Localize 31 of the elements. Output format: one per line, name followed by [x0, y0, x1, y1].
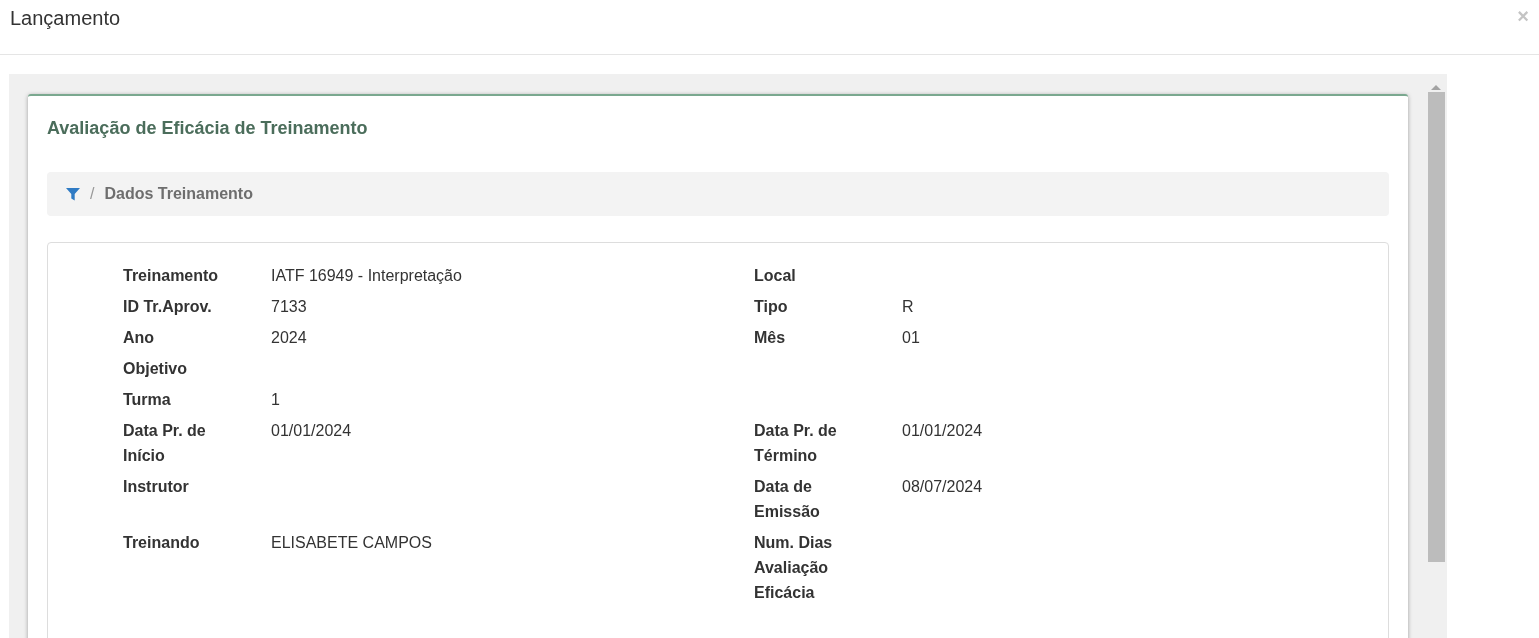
field-label: Mês: [754, 329, 786, 346]
field-value: 2024: [271, 329, 307, 346]
field-value: 01/01/2024: [271, 422, 352, 439]
field-value: 1: [271, 391, 280, 408]
filter-icon[interactable]: [66, 187, 80, 201]
field-label: Data Pr. de Término: [754, 422, 837, 464]
field-label: Data Pr. de Início: [123, 422, 206, 464]
field-label: Ano: [123, 329, 155, 346]
field-value: 01/01/2024: [902, 422, 983, 439]
field-label: Num. Dias Avaliação Eficácia: [754, 534, 833, 601]
scroll-up-icon[interactable]: [1431, 84, 1441, 90]
field-label: Treinando: [123, 534, 200, 551]
field-label: ID Tr.Aprov.: [123, 298, 212, 315]
field-value: 08/07/2024: [902, 478, 983, 495]
dialog-title: Lançamento: [10, 6, 121, 30]
field-value: IATF 16949 - Interpretação: [271, 267, 462, 284]
field-label: Tipo: [754, 298, 788, 315]
field-label: Data de Emissão: [754, 478, 820, 520]
field-label: Local: [754, 267, 796, 284]
field-value: ELISABETE CAMPOS: [271, 534, 432, 551]
card-title: Avaliação de Eficácia de Treinamento: [47, 117, 369, 140]
breadcrumb-item: Dados Treinamento: [104, 185, 253, 203]
breadcrumb-separator: /: [90, 185, 95, 203]
field-label: Objetivo: [123, 360, 187, 377]
field-label: Treinamento: [123, 267, 219, 284]
field-label: Instrutor: [123, 478, 189, 495]
field-label: Turma: [123, 391, 171, 408]
field-value: 01: [902, 329, 920, 346]
close-button[interactable]: ×: [1513, 4, 1533, 28]
field-value: R: [902, 298, 914, 315]
field-value: 7133: [271, 298, 307, 315]
